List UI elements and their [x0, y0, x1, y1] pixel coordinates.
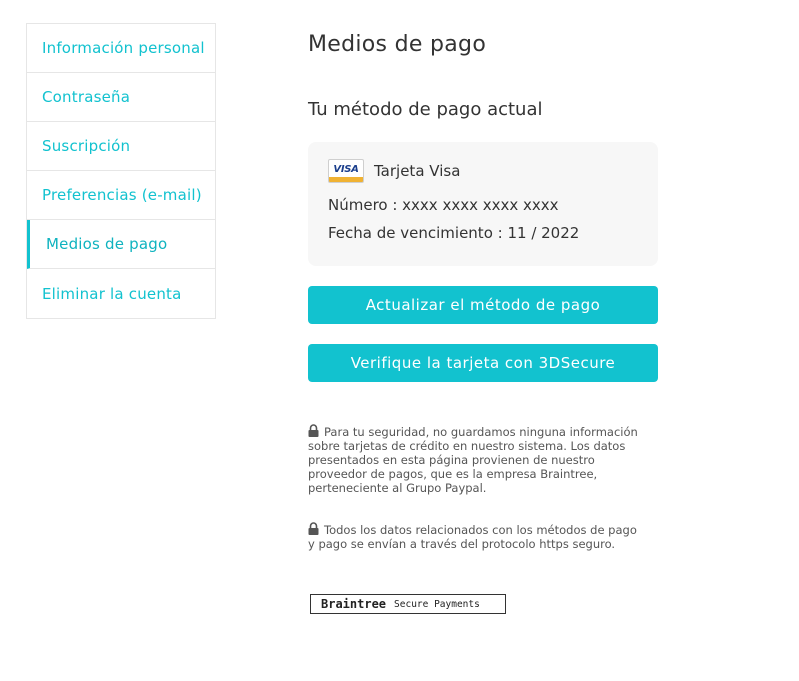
sidebar-item-password[interactable]: Contraseña: [27, 73, 215, 122]
visa-logo-text: VISA: [333, 164, 359, 175]
lock-icon: [308, 522, 319, 535]
sidebar-item-subscription[interactable]: Suscripción: [27, 122, 215, 171]
verify-3dsecure-button[interactable]: Verifique la tarjeta con 3DSecure: [308, 344, 658, 382]
sidebar-item-delete-account[interactable]: Eliminar la cuenta: [27, 269, 215, 318]
sidebar-item-personal-info[interactable]: Información personal: [27, 24, 215, 73]
account-sidebar: Información personal Contraseña Suscripc…: [26, 23, 216, 319]
current-payment-card: VISA Tarjeta Visa Número : xxxx xxxx xxx…: [308, 142, 658, 266]
section-title: Tu método de pago actual: [308, 99, 543, 120]
card-number: Número : xxxx xxxx xxxx xxxx: [328, 196, 559, 214]
https-note-text: Todos los datos relacionados con los mét…: [308, 523, 637, 551]
card-type: Tarjeta Visa: [374, 162, 461, 180]
braintree-badge-subtitle: Secure Payments: [394, 598, 480, 610]
https-note: Todos los datos relacionados con los mét…: [308, 522, 638, 551]
visa-logo-icon: VISA: [328, 159, 364, 183]
sidebar-item-email-preferences[interactable]: Preferencias (e-mail): [27, 171, 215, 220]
sidebar-item-payment-methods[interactable]: Medios de pago: [27, 220, 215, 269]
lock-icon: [308, 424, 319, 437]
page-title: Medios de pago: [308, 32, 487, 57]
security-note-text: Para tu seguridad, no guardamos ninguna …: [308, 425, 638, 495]
braintree-badge-name: Braintree: [321, 597, 387, 611]
security-note: Para tu seguridad, no guardamos ninguna …: [308, 424, 638, 495]
payment-methods-page: Información personal Contraseña Suscripc…: [0, 0, 799, 681]
update-payment-method-button[interactable]: Actualizar el método de pago: [308, 286, 658, 324]
braintree-badge: Braintree Secure Payments: [310, 594, 506, 614]
card-expiry: Fecha de vencimiento : 11 / 2022: [328, 224, 580, 242]
card-header: VISA Tarjeta Visa: [328, 158, 638, 184]
